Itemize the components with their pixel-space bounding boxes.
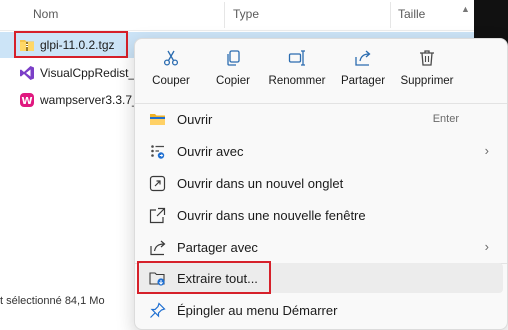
folder-icon — [150, 114, 165, 125]
menu-item-label: Partager avec — [177, 240, 258, 255]
menu-item-label: Ouvrir dans un nouvel onglet — [177, 176, 344, 191]
trash-icon — [420, 50, 434, 66]
share-icon — [355, 50, 371, 66]
open-with-icon — [151, 145, 165, 159]
column-header: Nom ▲ Type Taille — [0, 0, 474, 31]
delete-button[interactable]: Supprimer — [395, 49, 459, 97]
column-type[interactable]: Type — [233, 7, 259, 21]
menu-item-open[interactable]: Ouvrir Enter — [139, 104, 503, 134]
copy-label: Copier — [216, 75, 250, 87]
menu-item-pin-start[interactable]: Épingler au menu Démarrer — [139, 295, 503, 325]
cut-label: Couper — [152, 75, 190, 87]
menu-item-label: Ouvrir — [177, 112, 213, 127]
share-with-icon — [150, 240, 166, 256]
copy-icon — [227, 50, 240, 66]
chevron-right-icon: › — [484, 239, 489, 254]
rename-icon — [288, 50, 305, 66]
wampserver-icon: W — [20, 93, 34, 107]
menu-item-open-new-tab[interactable]: Ouvrir dans un nouvel onglet — [139, 168, 503, 198]
new-tab-icon — [149, 175, 166, 192]
scissors-icon — [163, 50, 179, 66]
highlight-file-box — [14, 31, 128, 58]
rename-label: Renommer — [268, 75, 326, 87]
menu-item-open-new-window[interactable]: Ouvrir dans une nouvelle fenêtre — [139, 200, 503, 230]
pin-icon — [150, 302, 166, 318]
menu-item-label: Ouvrir dans une nouvelle fenêtre — [177, 208, 366, 223]
file-name: wampserver3.3.7_ — [40, 93, 139, 107]
highlight-extract-box — [137, 261, 271, 294]
menu-item-open-with[interactable]: Ouvrir avec › — [139, 136, 503, 166]
delete-label: Supprimer — [400, 75, 454, 87]
column-divider[interactable] — [224, 2, 225, 28]
sort-indicator-icon: ▲ — [461, 4, 470, 14]
visual-studio-icon — [20, 66, 34, 80]
rename-button[interactable]: Renommer — [265, 49, 329, 97]
chevron-right-icon: › — [484, 143, 489, 158]
column-divider[interactable] — [390, 2, 391, 28]
status-bar: t sélectionné 84,1 Mo — [0, 295, 105, 307]
menu-item-label: Ouvrir avec — [177, 144, 244, 159]
share-label: Partager — [340, 75, 386, 87]
share-button[interactable]: Partager — [331, 49, 395, 97]
column-name[interactable]: Nom — [33, 7, 58, 21]
copy-button[interactable]: Copier — [201, 49, 265, 97]
file-name: VisualCppRedist_A — [40, 66, 144, 80]
new-window-icon — [149, 207, 166, 224]
menu-item-share-with[interactable]: Partager avec › — [139, 232, 503, 262]
svg-text:W: W — [21, 96, 32, 107]
column-size[interactable]: Taille — [398, 7, 425, 21]
cut-button[interactable]: Couper — [139, 49, 203, 97]
shortcut-label: Enter — [432, 113, 459, 125]
menu-item-label: Épingler au menu Démarrer — [177, 303, 338, 318]
